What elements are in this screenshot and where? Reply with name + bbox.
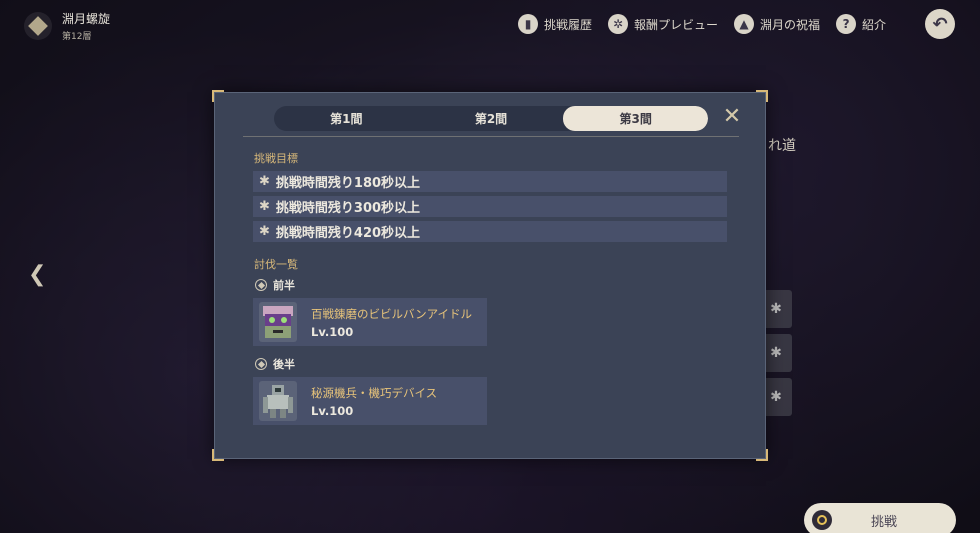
enemy-portrait [259, 381, 297, 421]
chamber-tabs: 第1間 第2間 第3間 [274, 106, 708, 131]
second-half-label: 後半 [255, 356, 295, 372]
enemy-level: Lv.100 [311, 403, 354, 418]
floor-label: 第12層 [62, 32, 92, 42]
first-half-label: 前半 [255, 277, 295, 293]
goals-title: 挑戦目標 [254, 152, 298, 165]
close-icon[interactable]: ✕ [720, 105, 744, 129]
enemy-portrait [259, 302, 297, 342]
robot-icon [263, 306, 293, 338]
goal-text: 挑戦時間残り420秒以上 [275, 226, 421, 241]
help-icon: ? [836, 14, 857, 34]
goal-text: 挑戦時間残り300秒以上 [275, 201, 421, 216]
background-partial-text: れ道 [768, 138, 796, 154]
enemy-card-first-half[interactable]: 百戦錬磨のビビルバンアイドル Lv.100 [253, 298, 487, 346]
blessing-button[interactable]: ▲ 淵月の祝福 [734, 12, 820, 36]
introduction-button[interactable]: ? 紹介 [836, 12, 886, 36]
goal-text: 挑戦時間残り180秒以上 [275, 176, 421, 191]
enemy-name: 秘源機兵・機巧デバイス [311, 385, 438, 400]
tab-chamber-1[interactable]: 第1間 [274, 106, 419, 131]
book-icon: ▮ [518, 14, 538, 34]
top-nav: ▮ 挑戦履歴 ✲ 報酬プレビュー ▲ 淵月の祝福 ? 紹介 [518, 12, 902, 36]
back-arrow-icon: ↶ [932, 13, 948, 35]
blessing-label: 淵月の祝福 [760, 17, 821, 32]
corner-ornament [756, 90, 768, 102]
divider [243, 136, 739, 137]
challenge-button[interactable]: 挑戦 [804, 503, 956, 533]
challenge-button-label: 挑戦 [870, 514, 897, 530]
tab-chamber-3[interactable]: 第3間 [563, 106, 708, 131]
chevron-left-icon[interactable]: ❮ [28, 262, 46, 287]
reward-preview-button[interactable]: ✲ 報酬プレビュー [608, 12, 718, 36]
corner-ornament [212, 449, 224, 461]
star-icon: ✱ [259, 224, 270, 239]
challenge-history-button[interactable]: ▮ 挑戦履歴 [518, 12, 592, 36]
corner-ornament [212, 90, 224, 102]
gear-star-icon: ✲ [608, 14, 629, 34]
tab-chamber-2[interactable]: 第2間 [419, 106, 564, 131]
star-icon: ✱ [259, 199, 270, 214]
enemy-name: 百戦錬磨のビビルバンアイドル [311, 306, 472, 321]
goal-row: ✱ 挑戦時間残り420秒以上 [253, 221, 727, 242]
reward-preview-label: 報酬プレビュー [634, 17, 719, 32]
back-button[interactable]: ↶ [925, 9, 955, 39]
first-half-text: 前半 [273, 279, 295, 292]
diamond-icon [255, 358, 267, 370]
enemies-title: 討伐一覧 [254, 258, 298, 271]
goal-row: ✱ 挑戦時間残り180秒以上 [253, 171, 727, 192]
chamber-details-modal: 第1間 第2間 第3間 ✕ 挑戦目標 ✱ 挑戦時間残り180秒以上 ✱ 挑戦時間… [212, 90, 768, 461]
challenge-button-icon [812, 510, 832, 530]
diamond-icon [255, 279, 267, 291]
goal-row: ✱ 挑戦時間残り300秒以上 [253, 196, 727, 217]
mech-icon [263, 385, 293, 418]
corner-ornament [756, 449, 768, 461]
second-half-text: 後半 [273, 358, 295, 371]
page-title: 淵月螺旋 [62, 12, 111, 26]
abyss-header: 淵月螺旋 第12層 [24, 10, 110, 42]
spiral-abyss-icon [24, 12, 52, 40]
star-icon: ✱ [259, 174, 270, 189]
introduction-label: 紹介 [862, 17, 887, 32]
enemy-level: Lv.100 [311, 324, 354, 339]
enemy-card-second-half[interactable]: 秘源機兵・機巧デバイス Lv.100 [253, 377, 487, 425]
challenge-history-label: 挑戦履歴 [544, 17, 593, 32]
blessing-icon: ▲ [734, 14, 755, 34]
